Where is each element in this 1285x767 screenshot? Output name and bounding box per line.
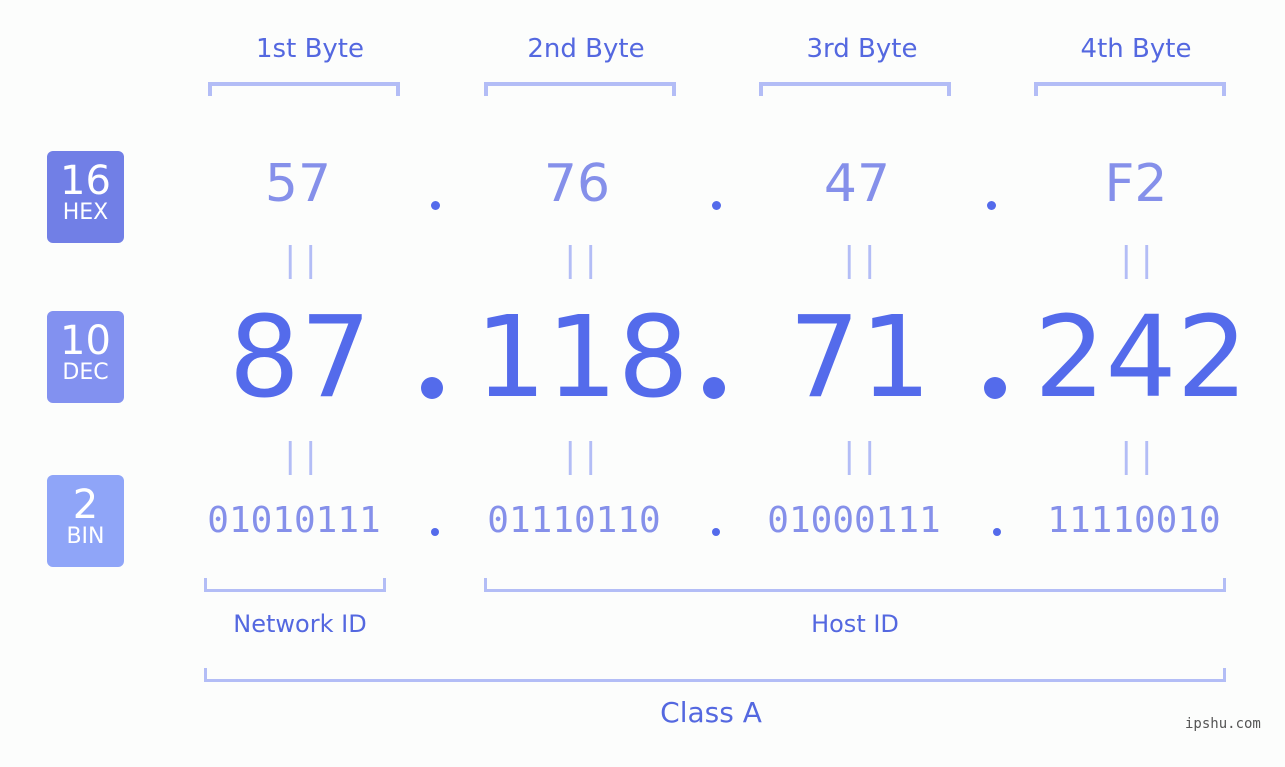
dec-base-label: DEC bbox=[62, 360, 109, 385]
bin-byte-2: 01110110 bbox=[487, 500, 661, 541]
bin-byte-4: 11110010 bbox=[1047, 500, 1221, 541]
bin-byte-1: 01010111 bbox=[207, 500, 381, 541]
equals-icon: || bbox=[280, 436, 321, 476]
dec-separator-dot bbox=[421, 377, 443, 399]
watermark: ipshu.com bbox=[1185, 716, 1261, 732]
equals-icon: || bbox=[560, 436, 601, 476]
equals-icon: || bbox=[839, 436, 880, 476]
hex-byte-4: F2 bbox=[1104, 154, 1168, 214]
byte-header-4: 4th Byte bbox=[1080, 34, 1192, 64]
bin-base-number: 2 bbox=[72, 482, 99, 528]
dec-byte-3: 71 bbox=[788, 293, 932, 423]
dec-separator-dot bbox=[703, 377, 725, 399]
dec-base-number: 10 bbox=[60, 318, 111, 364]
class-bracket bbox=[204, 668, 1226, 682]
network-id-bracket bbox=[204, 578, 386, 592]
byte-bracket-3 bbox=[759, 82, 951, 96]
hex-byte-1: 57 bbox=[264, 154, 332, 214]
dec-badge: 10 DEC bbox=[47, 311, 124, 403]
host-id-label: Host ID bbox=[811, 610, 899, 638]
bin-separator-dot bbox=[431, 528, 439, 536]
equals-icon: || bbox=[560, 240, 601, 280]
byte-header-2: 2nd Byte bbox=[527, 34, 645, 64]
bin-separator-dot bbox=[993, 528, 1001, 536]
hex-base-number: 16 bbox=[60, 158, 111, 204]
dec-byte-1: 87 bbox=[228, 293, 372, 423]
hex-badge: 16 HEX bbox=[47, 151, 124, 243]
host-id-bracket bbox=[484, 578, 1226, 592]
equals-icon: || bbox=[839, 240, 880, 280]
bin-byte-3: 01000111 bbox=[767, 500, 941, 541]
byte-bracket-1 bbox=[208, 82, 400, 96]
class-label: Class A bbox=[660, 696, 762, 729]
network-id-label: Network ID bbox=[233, 610, 367, 638]
byte-header-1: 1st Byte bbox=[256, 34, 364, 64]
hex-separator-dot bbox=[431, 201, 440, 210]
byte-header-3: 3rd Byte bbox=[806, 34, 918, 64]
dec-separator-dot bbox=[984, 377, 1006, 399]
equals-icon: || bbox=[1116, 240, 1157, 280]
bin-base-label: BIN bbox=[66, 524, 105, 549]
hex-byte-2: 76 bbox=[543, 154, 611, 214]
dec-byte-4: 242 bbox=[1034, 293, 1248, 423]
hex-byte-3: 47 bbox=[823, 154, 891, 214]
hex-separator-dot bbox=[987, 201, 996, 210]
equals-icon: || bbox=[1116, 436, 1157, 476]
byte-bracket-2 bbox=[484, 82, 676, 96]
equals-icon: || bbox=[280, 240, 321, 280]
hex-separator-dot bbox=[712, 201, 721, 210]
byte-bracket-4 bbox=[1034, 82, 1226, 96]
dec-byte-2: 118 bbox=[475, 293, 689, 423]
bin-separator-dot bbox=[712, 528, 720, 536]
bin-badge: 2 BIN bbox=[47, 475, 124, 567]
hex-base-label: HEX bbox=[62, 200, 109, 225]
